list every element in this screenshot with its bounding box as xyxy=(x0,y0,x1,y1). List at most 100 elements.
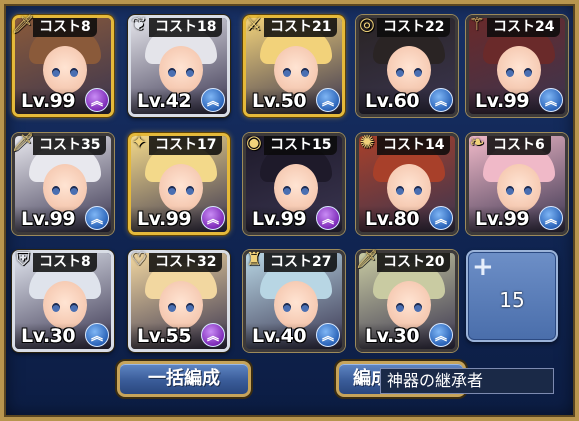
portrait-eye xyxy=(414,186,422,195)
portrait-face xyxy=(274,164,318,212)
portrait-face xyxy=(159,164,203,212)
portrait-eye xyxy=(70,68,78,77)
shield-icon: ⛨ xyxy=(16,248,30,270)
plus-icon: + xyxy=(472,252,494,282)
level-label: Lv.80 xyxy=(365,208,420,230)
portrait-eye xyxy=(283,68,291,77)
portrait-face xyxy=(497,164,541,212)
cost-label: コスト8 xyxy=(33,253,97,272)
level-label: Lv.99 xyxy=(137,208,192,230)
boot-icon: ❧ xyxy=(469,131,485,153)
portrait-eye xyxy=(396,186,404,195)
level-label: Lv.30 xyxy=(21,325,76,347)
cost-label: コスト8 xyxy=(33,18,97,37)
heart-icon: ♡ xyxy=(130,248,148,270)
rank-chevron-icon: ︽ xyxy=(429,206,453,230)
ring-icon: ◉ xyxy=(246,131,262,153)
portrait-eye xyxy=(396,68,404,77)
portrait-eye xyxy=(396,303,404,312)
wing-icon: ❦ xyxy=(131,13,147,35)
tooltip: 神器の継承者 xyxy=(380,368,554,394)
portrait-face xyxy=(274,281,318,329)
portrait-eye xyxy=(168,186,176,195)
level-label: Lv.30 xyxy=(365,325,420,347)
portrait-eye xyxy=(70,303,78,312)
portrait-face xyxy=(43,281,87,329)
portrait-face xyxy=(43,46,87,94)
spear-icon: ⚔ xyxy=(245,13,263,35)
ring-icon: ◎ xyxy=(359,13,375,35)
portrait-face xyxy=(497,46,541,94)
level-label: Lv.55 xyxy=(137,325,192,347)
portrait-eye xyxy=(168,68,176,77)
add-unit-slot[interactable]: + 15 xyxy=(466,250,558,342)
portrait-eye xyxy=(414,303,422,312)
cost-label: コスト20 xyxy=(377,253,451,272)
portrait-eye xyxy=(506,186,514,195)
rank-chevron-icon: ︽ xyxy=(85,323,109,347)
rank-chevron-icon: ︽ xyxy=(429,323,453,347)
sword-icon: 🗡 xyxy=(11,131,35,153)
cost-label: コスト15 xyxy=(264,136,338,155)
sword-icon: 🗡 xyxy=(11,13,35,35)
cost-label: コスト18 xyxy=(149,18,223,37)
cost-label: コスト6 xyxy=(487,136,551,155)
rank-chevron-icon: ︽ xyxy=(85,88,109,112)
level-label: Lv.60 xyxy=(365,90,420,112)
helmet-icon: ♜ xyxy=(245,248,263,270)
portrait-eye xyxy=(524,68,532,77)
rank-chevron-icon: ︽ xyxy=(201,88,225,112)
bulk-edit-button[interactable]: 一括編成 xyxy=(117,361,251,397)
cost-label: コスト17 xyxy=(149,136,223,155)
rank-chevron-icon: ︽ xyxy=(316,88,340,112)
portrait-face xyxy=(159,46,203,94)
rank-chevron-icon: ︽ xyxy=(316,206,340,230)
portrait-eye xyxy=(168,303,176,312)
portrait-eye xyxy=(186,303,194,312)
portrait-face xyxy=(387,281,431,329)
level-label: Lv.99 xyxy=(252,208,307,230)
portrait-face xyxy=(159,281,203,329)
rank-chevron-icon: ︽ xyxy=(539,206,563,230)
cost-label: コスト35 xyxy=(33,136,107,155)
gear-icon: ✺ xyxy=(359,131,375,153)
portrait-eye xyxy=(524,186,532,195)
cost-label: コスト27 xyxy=(264,253,338,272)
unit-grid: コスト8 Lv.99 ︽ 🗡 コスト18 Lv.42 ︽ ❦ コスト21 Lv.50 ︽ ⚔ コスト22… xyxy=(0,0,579,421)
portrait-eye xyxy=(283,186,291,195)
portrait-eye xyxy=(506,68,514,77)
portrait-eye xyxy=(52,68,60,77)
cost-label: コスト14 xyxy=(377,136,451,155)
portrait-eye xyxy=(283,303,291,312)
level-label: Lv.99 xyxy=(21,208,76,230)
staff-icon: ⚚ xyxy=(468,13,486,35)
level-label: Lv.99 xyxy=(475,90,530,112)
portrait-eye xyxy=(70,186,78,195)
rank-chevron-icon: ︽ xyxy=(539,88,563,112)
level-label: Lv.99 xyxy=(21,90,76,112)
rank-chevron-icon: ︽ xyxy=(429,88,453,112)
level-label: Lv.50 xyxy=(252,90,307,112)
portrait-eye xyxy=(186,68,194,77)
portrait-eye xyxy=(301,68,309,77)
portrait-face xyxy=(387,164,431,212)
portrait-eye xyxy=(52,186,60,195)
level-label: Lv.40 xyxy=(252,325,307,347)
cost-label: コスト24 xyxy=(487,18,561,37)
cost-label: コスト32 xyxy=(149,253,223,272)
wand-icon: ✦ xyxy=(131,131,147,153)
portrait-eye xyxy=(301,303,309,312)
rank-chevron-icon: ︽ xyxy=(201,206,225,230)
rank-chevron-icon: ︽ xyxy=(316,323,340,347)
sword-icon: 🗡 xyxy=(355,248,379,270)
portrait-eye xyxy=(186,186,194,195)
slot-count: 15 xyxy=(499,288,525,312)
cost-label: コスト22 xyxy=(377,18,451,37)
cost-label: コスト21 xyxy=(264,18,338,37)
portrait-eye xyxy=(52,303,60,312)
portrait-face xyxy=(43,164,87,212)
level-label: Lv.99 xyxy=(475,208,530,230)
level-label: Lv.42 xyxy=(137,90,192,112)
rank-chevron-icon: ︽ xyxy=(201,323,225,347)
portrait-eye xyxy=(301,186,309,195)
